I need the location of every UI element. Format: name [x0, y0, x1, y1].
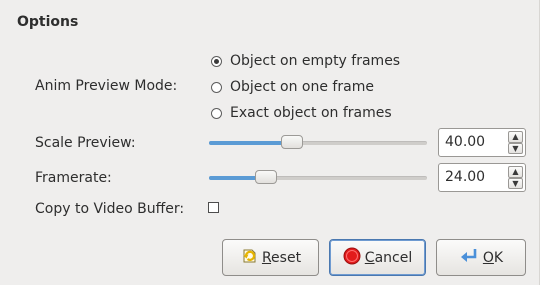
- radio-indicator[interactable]: [211, 55, 222, 67]
- framerate-slider[interactable]: [209, 168, 427, 188]
- radio-indicator[interactable]: [211, 107, 222, 119]
- cancel-button[interactable]: Cancel: [329, 239, 426, 276]
- reset-mnemonic: R: [261, 249, 272, 266]
- spin-down-icon[interactable]: ▼: [508, 142, 523, 154]
- slider-handle[interactable]: [281, 135, 303, 149]
- reset-label-rest: eset: [271, 249, 302, 266]
- slider-handle[interactable]: [255, 170, 277, 184]
- section-title: Options: [17, 14, 79, 30]
- spin-down-icon[interactable]: ▼: [508, 177, 523, 189]
- framerate-label: Framerate:: [35, 170, 112, 186]
- scale-preview-label: Scale Preview:: [35, 135, 136, 151]
- scale-preview-slider[interactable]: [209, 133, 427, 153]
- radio-exact-object-on-frames[interactable]: Exact object on frames: [211, 103, 392, 123]
- reset-icon: [240, 247, 258, 269]
- spin-up-icon[interactable]: ▲: [508, 131, 523, 143]
- radio-object-on-empty-frames[interactable]: Object on empty frames: [211, 51, 400, 71]
- copy-to-video-buffer-label: Copy to Video Buffer:: [35, 201, 185, 217]
- cancel-mnemonic: C: [364, 249, 375, 266]
- anim-preview-mode-label: Anim Preview Mode:: [35, 78, 178, 94]
- scale-preview-spinbox[interactable]: 40.00 ▲ ▼: [438, 128, 526, 157]
- stop-icon: [343, 247, 361, 269]
- ok-mnemonic: O: [482, 249, 494, 266]
- ok-arrow-icon: [459, 247, 479, 269]
- radio-object-on-one-frame[interactable]: Object on one frame: [211, 77, 374, 97]
- radio-indicator[interactable]: [211, 81, 222, 93]
- slider-fill: [209, 141, 292, 145]
- spin-up-icon[interactable]: ▲: [508, 166, 523, 178]
- ok-label-rest: K: [493, 249, 504, 266]
- ok-button[interactable]: OK: [436, 239, 526, 276]
- radio-label: Object on one frame: [230, 79, 374, 95]
- reset-button[interactable]: Reset: [222, 239, 319, 276]
- options-dialog: Options Anim Preview Mode: Object on emp…: [0, 0, 540, 285]
- framerate-value[interactable]: 24.00: [445, 169, 485, 185]
- framerate-spinbox[interactable]: 24.00 ▲ ▼: [438, 163, 526, 192]
- radio-label: Object on empty frames: [230, 53, 401, 69]
- scale-preview-value[interactable]: 40.00: [445, 134, 485, 150]
- cancel-label-rest: ancel: [374, 249, 413, 266]
- copy-to-video-buffer-checkbox[interactable]: [208, 202, 219, 213]
- radio-label: Exact object on frames: [230, 105, 392, 121]
